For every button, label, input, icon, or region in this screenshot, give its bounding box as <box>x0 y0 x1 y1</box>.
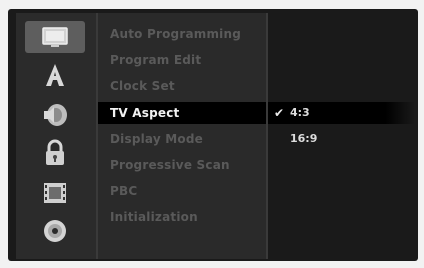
option-4-3[interactable]: ✔ 4:3 <box>268 102 415 124</box>
menu-item-clock-set[interactable]: Clock Set <box>98 75 266 97</box>
lock-icon[interactable] <box>25 137 85 169</box>
menu-item-tv-aspect[interactable]: TV Aspect <box>98 102 266 124</box>
checkmark-icon: ✔ <box>274 106 285 120</box>
menu-item-progressive-scan[interactable]: Progressive Scan <box>98 154 266 176</box>
menu-item-auto-programming[interactable]: Auto Programming <box>98 23 266 45</box>
settings-menu-list: Auto Programming Program Edit Clock Set … <box>98 13 268 259</box>
disc-icon[interactable] <box>25 215 85 247</box>
menu-item-display-mode[interactable]: Display Mode <box>98 128 266 150</box>
option-16-9[interactable]: 16:9 <box>268 128 415 150</box>
language-icon[interactable] <box>25 59 85 91</box>
menu-item-initialization[interactable]: Initialization <box>98 206 266 228</box>
menu-item-program-edit[interactable]: Program Edit <box>98 49 266 71</box>
tv-aspect-options-panel: ✔ 4:3 16:9 <box>268 13 415 259</box>
settings-category-sidebar <box>16 13 98 259</box>
film-icon[interactable] <box>25 177 85 209</box>
menu-item-pbc[interactable]: PBC <box>98 180 266 202</box>
option-label: 4:3 <box>290 106 310 119</box>
option-label: 16:9 <box>290 132 318 145</box>
tv-screen-icon[interactable] <box>25 21 85 53</box>
audio-speaker-icon[interactable] <box>25 99 85 131</box>
